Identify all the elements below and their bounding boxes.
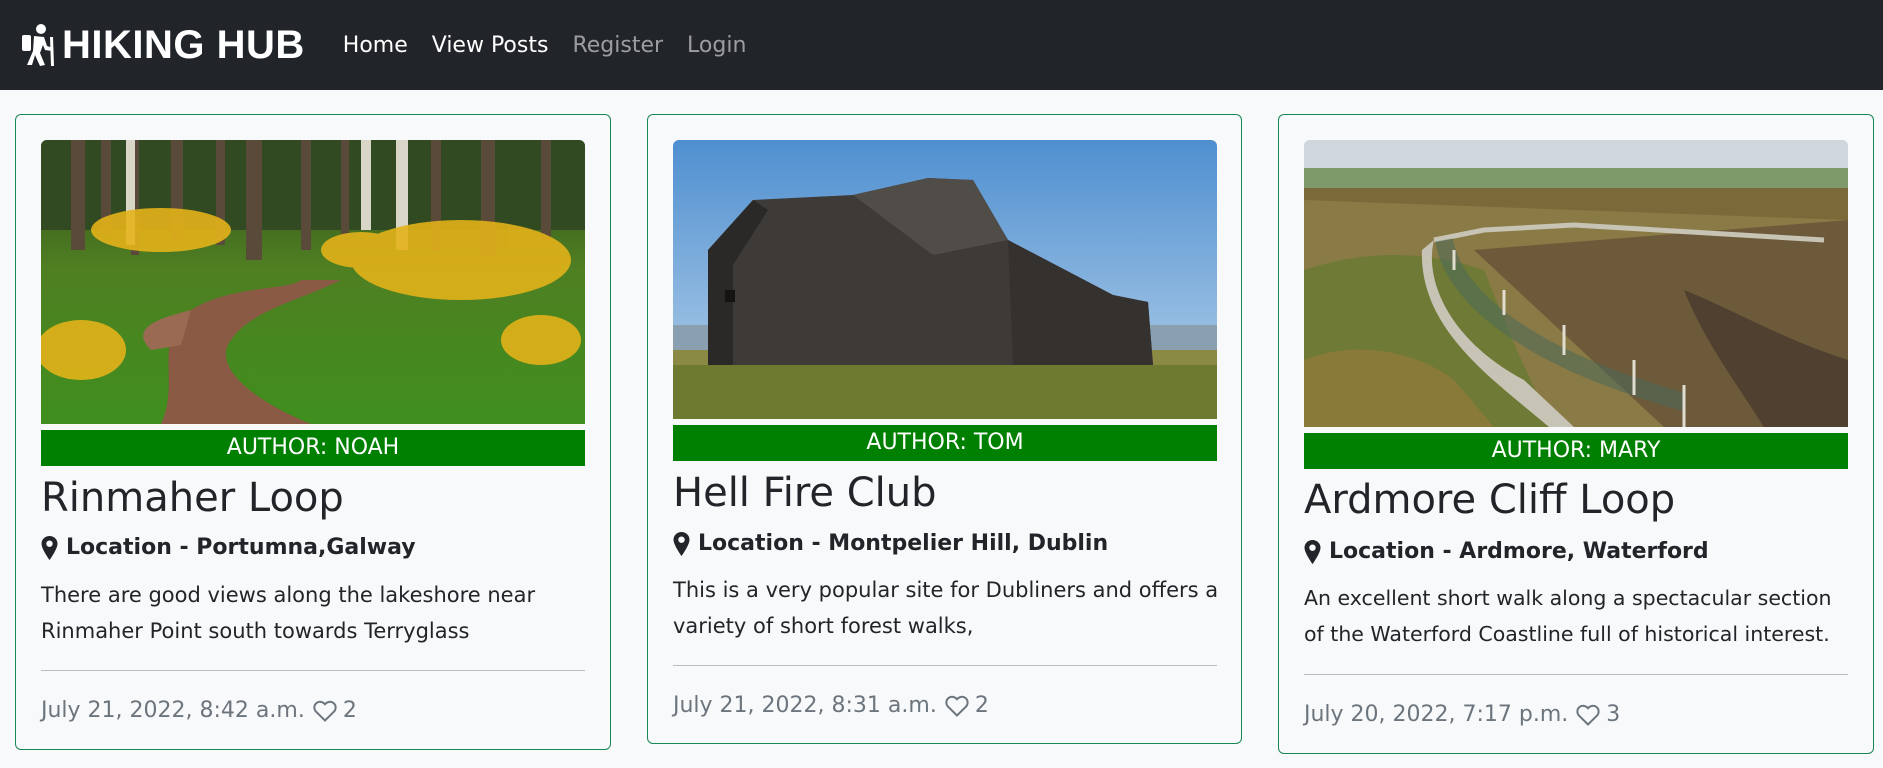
card-divider [1304,674,1848,675]
post-date: July 21, 2022, 8:42 a.m. [41,698,305,723]
post-excerpt: An excellent short walk along a spectacu… [1304,586,1832,646]
post-location: Location - Portumna,Galway [41,535,416,560]
post-excerpt: This is a very popular site for Dubliner… [673,578,1219,638]
brand-link[interactable]: HIKING HUB [20,23,305,68]
post-card-rinmaher-loop[interactable]: AUTHOR: NOAH Rinmaher Loop Location - Po… [15,114,611,750]
location-text: Location - Montpelier Hill, Dublin [698,531,1109,556]
author-badge: AUTHOR: MARY [1304,433,1848,469]
post-meta: July 21, 2022, 8:31 a.m. 2 [673,693,989,718]
like-count: 3 [1606,702,1621,727]
post-location: Location - Ardmore, Waterford [1304,539,1709,564]
post-date: July 20, 2022, 7:17 p.m. [1304,702,1569,727]
post-meta: July 20, 2022, 7:17 p.m. 3 [1304,702,1620,727]
nav-link-view-posts[interactable]: View Posts [432,33,549,58]
map-pin-icon [41,535,58,560]
map-pin-icon [673,531,690,556]
post-card-ardmore-cliff-loop[interactable]: AUTHOR: MARY Ardmore Cliff Loop Location… [1278,114,1874,754]
location-text: Location - Portumna,Galway [66,535,416,560]
nav-link-login[interactable]: Login [687,33,746,58]
cliff-path-photo[interactable] [1304,140,1848,427]
author-badge: AUTHOR: TOM [673,425,1217,461]
post-card-hell-fire-club[interactable]: AUTHOR: TOM Hell Fire Club Location - Mo… [647,114,1242,744]
nav-link-home[interactable]: Home [343,33,408,58]
like-count: 2 [342,698,357,723]
card-divider [41,670,585,671]
hiker-icon [22,24,54,66]
card-divider [673,665,1217,666]
heart-icon[interactable] [313,700,337,722]
nav-link-register[interactable]: Register [572,33,663,58]
stone-ruin-photo[interactable] [673,140,1217,419]
post-title[interactable]: Hell Fire Club [673,470,937,516]
post-excerpt: There are good views along the lakeshore… [41,583,536,643]
like-count: 2 [974,693,989,718]
location-text: Location - Ardmore, Waterford [1329,539,1709,564]
post-location: Location - Montpelier Hill, Dublin [673,531,1108,556]
author-badge: AUTHOR: NOAH [41,430,585,466]
heart-icon[interactable] [1576,704,1600,726]
post-meta: July 21, 2022, 8:42 a.m. 2 [41,698,357,723]
heart-icon[interactable] [945,695,969,717]
post-title[interactable]: Rinmaher Loop [41,475,344,521]
brand-name: HIKING HUB [62,22,305,67]
navbar: HIKING HUB Home View Posts Register Logi… [0,0,1883,90]
forest-trail-photo[interactable] [41,140,585,424]
post-date: July 21, 2022, 8:31 a.m. [673,693,937,718]
map-pin-icon [1304,539,1321,564]
post-title[interactable]: Ardmore Cliff Loop [1304,477,1675,523]
